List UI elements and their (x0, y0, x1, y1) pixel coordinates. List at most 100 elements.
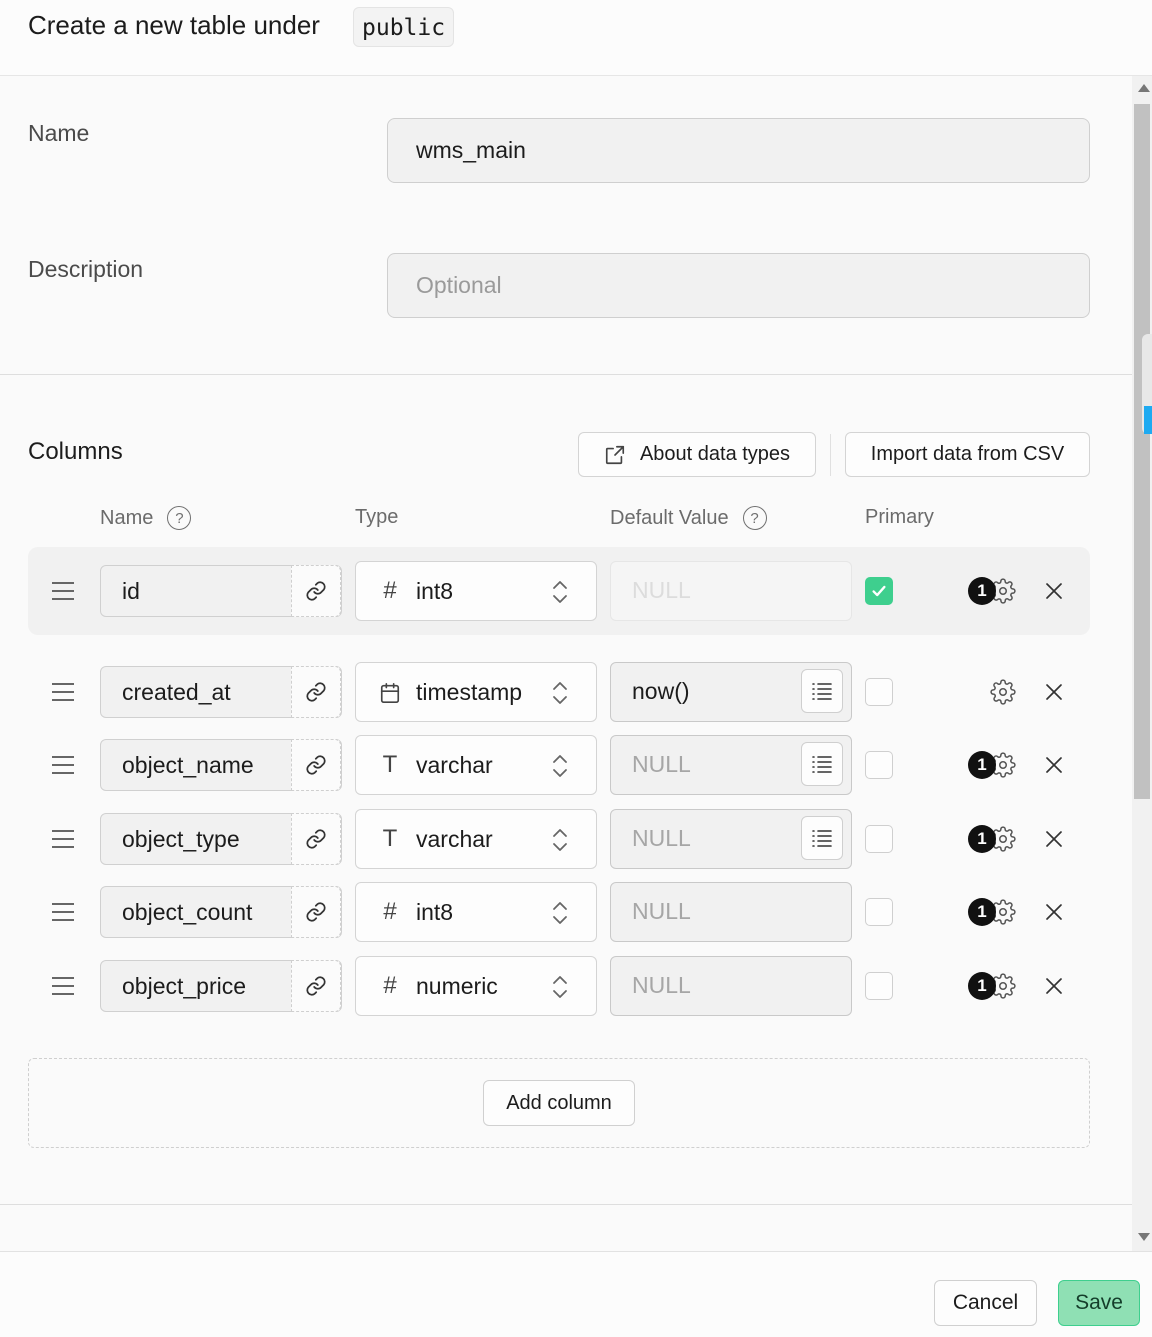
column-type-value: int8 (416, 578, 454, 604)
column-type-select[interactable]: # int8 (355, 882, 597, 942)
chevron-up-down-icon (553, 902, 567, 924)
column-header-primary-label: Primary (865, 506, 934, 528)
column-name-input[interactable]: object_count (100, 886, 342, 938)
primary-key-checkbox[interactable] (865, 751, 893, 779)
column-type-select[interactable]: # numeric (355, 956, 597, 1016)
column-header-primary: Primary (865, 506, 934, 529)
drag-handle-icon[interactable] (52, 756, 74, 774)
default-value-suggestions-button[interactable] (801, 742, 843, 786)
drag-handle-icon[interactable] (52, 903, 74, 921)
close-icon[interactable] (1044, 829, 1064, 849)
calendar-icon (380, 682, 400, 703)
drag-handle-icon[interactable] (52, 582, 74, 600)
column-row: id # int8 NULL 1 (28, 547, 1090, 635)
close-icon[interactable] (1044, 902, 1064, 922)
scrollbar[interactable] (1132, 76, 1152, 1251)
column-type-value: varchar (416, 752, 493, 778)
scroll-down-arrow[interactable] (1138, 1233, 1150, 1241)
column-row: created_at timestamp now() (28, 662, 1090, 722)
foreign-key-button[interactable] (291, 886, 341, 938)
default-value-text: NULL (632, 577, 691, 603)
close-icon[interactable] (1044, 976, 1064, 996)
column-type-select[interactable]: Tvarchar (355, 809, 597, 869)
default-value-text: NULL (632, 972, 691, 998)
column-header-name: Name ? (100, 506, 192, 530)
primary-key-checkbox[interactable] (865, 825, 893, 853)
chevron-up-down-icon (553, 682, 567, 704)
primary-key-checkbox[interactable] (865, 972, 893, 1000)
default-value-input[interactable]: NULL (610, 809, 852, 869)
external-link-icon (605, 445, 625, 464)
foreign-key-button[interactable] (291, 813, 341, 865)
close-icon[interactable] (1044, 581, 1064, 601)
link-icon (306, 682, 326, 702)
link-icon (306, 902, 326, 922)
description-input[interactable] (387, 253, 1090, 318)
column-name-input[interactable]: object_name (100, 739, 342, 791)
drag-handle-icon[interactable] (52, 977, 74, 995)
help-icon[interactable]: ? (742, 506, 767, 530)
default-value-suggestions-button[interactable] (801, 669, 843, 713)
column-name-value: id (122, 578, 140, 604)
import-csv-label: Import data from CSV (870, 443, 1065, 465)
drag-handle-icon[interactable] (52, 830, 74, 848)
column-type-select[interactable]: # int8 (355, 561, 597, 621)
close-icon[interactable] (1044, 755, 1064, 775)
column-row: object_price # numeric NULL 1 (28, 956, 1090, 1016)
default-value-text: now() (632, 678, 690, 704)
number-type-icon: # (383, 577, 397, 604)
column-header-type-label: Type (355, 506, 399, 528)
column-name-input[interactable]: id (100, 565, 342, 617)
count-badge: 1 (968, 972, 996, 1000)
column-name-input[interactable]: object_price (100, 960, 342, 1012)
default-value-suggestions-button[interactable] (801, 816, 843, 860)
default-value-text: NULL (632, 825, 691, 851)
cancel-button[interactable]: Cancel (934, 1280, 1037, 1326)
save-button[interactable]: Save (1058, 1280, 1140, 1326)
count-badge: 1 (968, 751, 996, 779)
default-value-input[interactable]: NULL (610, 561, 852, 621)
column-type-select[interactable]: timestamp (355, 662, 597, 722)
column-type-value: numeric (416, 973, 498, 999)
add-column-area: Add column (28, 1058, 1090, 1148)
default-value-input[interactable]: NULL (610, 735, 852, 795)
primary-key-checkbox[interactable] (865, 678, 893, 706)
column-header-type: Type (355, 506, 398, 529)
import-csv-button[interactable]: Import data from CSV (845, 432, 1090, 477)
column-name-input[interactable]: object_type (100, 813, 342, 865)
foreign-key-button[interactable] (291, 666, 341, 718)
drag-handle-icon[interactable] (52, 683, 74, 701)
default-value-input[interactable]: NULL (610, 882, 852, 942)
default-value-input[interactable]: now() (610, 662, 852, 722)
default-value-input[interactable]: NULL (610, 956, 852, 1016)
column-row: object_type Tvarchar NULL 1 (28, 809, 1090, 869)
column-row: object_count # int8 NULL 1 (28, 882, 1090, 942)
about-data-types-button[interactable]: About data types (578, 432, 816, 477)
foreign-key-button[interactable] (291, 565, 341, 617)
foreign-key-button[interactable] (291, 960, 341, 1012)
link-icon (306, 755, 326, 775)
foreign-key-button[interactable] (291, 739, 341, 791)
help-icon[interactable]: ? (167, 506, 192, 530)
primary-key-checkbox[interactable] (865, 898, 893, 926)
gear-icon[interactable] (990, 679, 1016, 705)
scrollbar-thumb[interactable] (1134, 104, 1150, 799)
table-name-input[interactable] (387, 118, 1090, 183)
column-name-input[interactable]: created_at (100, 666, 342, 718)
column-type-select[interactable]: Tvarchar (355, 735, 597, 795)
add-column-button[interactable]: Add column (483, 1080, 635, 1126)
column-header-default: Default Value ? (610, 506, 767, 530)
toolbar-separator (830, 434, 831, 476)
scroll-up-arrow[interactable] (1138, 84, 1150, 92)
scroll-marker-active (1144, 406, 1152, 434)
chevron-up-down-icon (553, 829, 567, 851)
column-header-name-label: Name (100, 506, 154, 529)
column-type-value: timestamp (416, 679, 523, 705)
primary-key-checkbox[interactable] (865, 577, 893, 605)
list-icon (812, 830, 832, 847)
column-name-value: created_at (122, 679, 231, 705)
close-icon[interactable] (1044, 682, 1064, 702)
number-type-icon: # (383, 898, 397, 925)
text-type-icon: T (382, 751, 398, 778)
chevron-up-down-icon (553, 976, 567, 998)
